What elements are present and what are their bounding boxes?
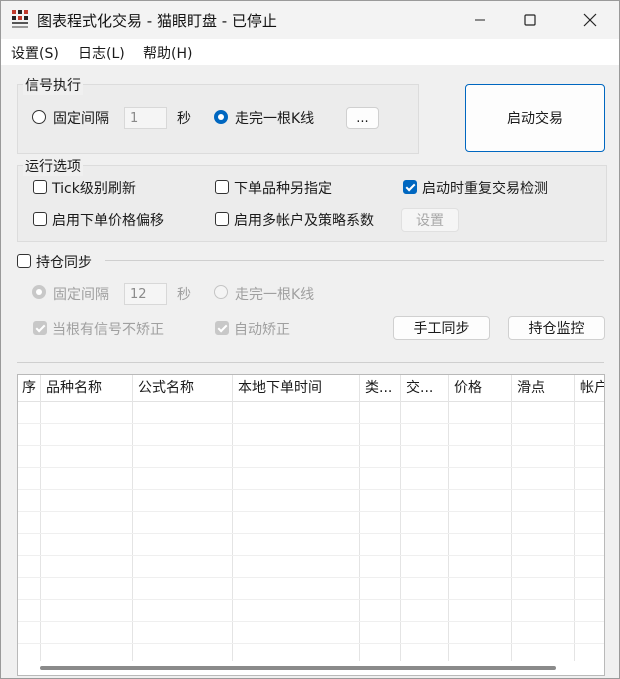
separate-order-symbol-checkbox[interactable] <box>215 180 229 194</box>
column-header-account[interactable]: 帐户 <box>575 375 604 401</box>
signal-interval-input[interactable]: 1 <box>124 107 167 129</box>
window-title: 图表程式化交易 - 猫眼盯盘 - 已停止 <box>37 12 277 30</box>
grid-line <box>18 643 604 644</box>
run-options-group <box>17 165 607 242</box>
grid-line <box>574 375 575 661</box>
scrollbar-thumb[interactable] <box>40 666 556 670</box>
signal-full-bar-radio[interactable] <box>214 110 228 124</box>
signal-seconds-unit: 秒 <box>177 111 191 127</box>
grid-line <box>18 511 604 512</box>
sync-seconds-unit: 秒 <box>177 287 191 303</box>
grid-line <box>18 577 604 578</box>
signal-fixed-interval-radio[interactable] <box>32 110 46 124</box>
run-options-label: 运行选项 <box>23 156 83 176</box>
grid-line <box>400 375 401 661</box>
column-header-price[interactable]: 价格 <box>449 375 512 401</box>
minimize-button[interactable] <box>457 1 503 39</box>
position-monitor-button[interactable]: 持仓监控 <box>508 316 605 340</box>
sync-full-bar-label: 走完一根K线 <box>235 287 315 303</box>
auto-correct-label: 自动矫正 <box>234 322 290 338</box>
column-header-slippage[interactable]: 滑点 <box>512 375 575 401</box>
grid-line <box>511 375 512 661</box>
run-options-settings-button[interactable]: 设置 <box>401 208 459 232</box>
column-header-type[interactable]: 类... <box>360 375 401 401</box>
signal-full-bar-label: 走完一根K线 <box>235 111 315 127</box>
column-header-formula[interactable]: 公式名称 <box>133 375 233 401</box>
menu-log[interactable]: 日志(L) <box>78 43 125 63</box>
maximize-button[interactable] <box>507 1 553 39</box>
grid-line <box>18 489 604 490</box>
main-window: 图表程式化交易 - 猫眼盯盘 - 已停止 设置(S) 日志(L) 帮助(H) 信… <box>0 0 620 679</box>
tick-refresh-checkbox[interactable] <box>33 180 47 194</box>
menu-help[interactable]: 帮助(H) <box>143 43 192 63</box>
table-divider <box>17 362 604 363</box>
multi-account-checkbox[interactable] <box>215 212 229 226</box>
grid-line <box>18 533 604 534</box>
price-offset-checkbox[interactable] <box>33 212 47 226</box>
minimize-icon <box>475 19 485 21</box>
position-sync-label: 持仓同步 <box>36 255 92 271</box>
grid-line <box>232 375 233 661</box>
auto-correct-checkbox[interactable] <box>215 321 229 335</box>
grid-line <box>132 375 133 661</box>
no-correct-on-signal-checkbox[interactable] <box>33 321 47 335</box>
separate-order-symbol-label: 下单品种另指定 <box>234 181 332 197</box>
grid-line <box>18 555 604 556</box>
horizontal-scrollbar[interactable] <box>18 661 604 675</box>
menu-bar: 设置(S) 日志(L) 帮助(H) <box>1 39 619 65</box>
column-header-symbol[interactable]: 品种名称 <box>41 375 133 401</box>
sync-fixed-interval-radio[interactable] <box>32 285 46 299</box>
maximize-icon <box>524 14 536 26</box>
position-sync-divider <box>105 260 604 261</box>
position-sync-checkbox[interactable] <box>17 254 31 268</box>
no-correct-on-signal-label: 当根有信号不矫正 <box>52 322 164 338</box>
menu-settings[interactable]: 设置(S) <box>11 43 59 63</box>
tick-refresh-label: Tick级别刷新 <box>52 181 136 197</box>
grid-line <box>359 375 360 661</box>
signal-fixed-interval-label: 固定间隔 <box>53 111 109 127</box>
title-bar[interactable]: 图表程式化交易 - 猫眼盯盘 - 已停止 <box>1 1 619 39</box>
column-header-trade[interactable]: 交... <box>401 375 449 401</box>
orders-table[interactable]: 序 品种名称 公式名称 本地下单时间 类... 交... 价格 滑点 帐户 <box>17 374 605 676</box>
multi-account-label: 启用多帐户及策略系数 <box>234 213 374 229</box>
column-header-index[interactable]: 序 <box>18 375 41 401</box>
close-icon <box>583 13 597 27</box>
close-button[interactable] <box>567 1 613 39</box>
price-offset-label: 启用下单价格偏移 <box>52 213 164 229</box>
grid-line <box>18 621 604 622</box>
grid-line <box>18 467 604 468</box>
sync-interval-input[interactable]: 12 <box>124 283 167 305</box>
signal-group-label: 信号执行 <box>23 75 83 95</box>
sync-full-bar-radio[interactable] <box>214 285 228 299</box>
table-header: 序 品种名称 公式名称 本地下单时间 类... 交... 价格 滑点 帐户 <box>18 375 604 402</box>
grid-line <box>18 599 604 600</box>
app-icon <box>12 10 28 28</box>
start-trade-button[interactable]: 启动交易 <box>465 84 605 152</box>
signal-more-button[interactable]: ... <box>346 107 379 129</box>
repeat-check-on-start-label: 启动时重复交易检测 <box>422 181 548 197</box>
grid-line <box>18 445 604 446</box>
repeat-check-on-start-checkbox[interactable] <box>403 180 417 194</box>
grid-line <box>40 375 41 661</box>
grid-line <box>448 375 449 661</box>
manual-sync-button[interactable]: 手工同步 <box>393 316 490 340</box>
grid-line <box>18 423 604 424</box>
column-header-order-time[interactable]: 本地下单时间 <box>233 375 360 401</box>
sync-fixed-interval-label: 固定间隔 <box>53 287 109 303</box>
